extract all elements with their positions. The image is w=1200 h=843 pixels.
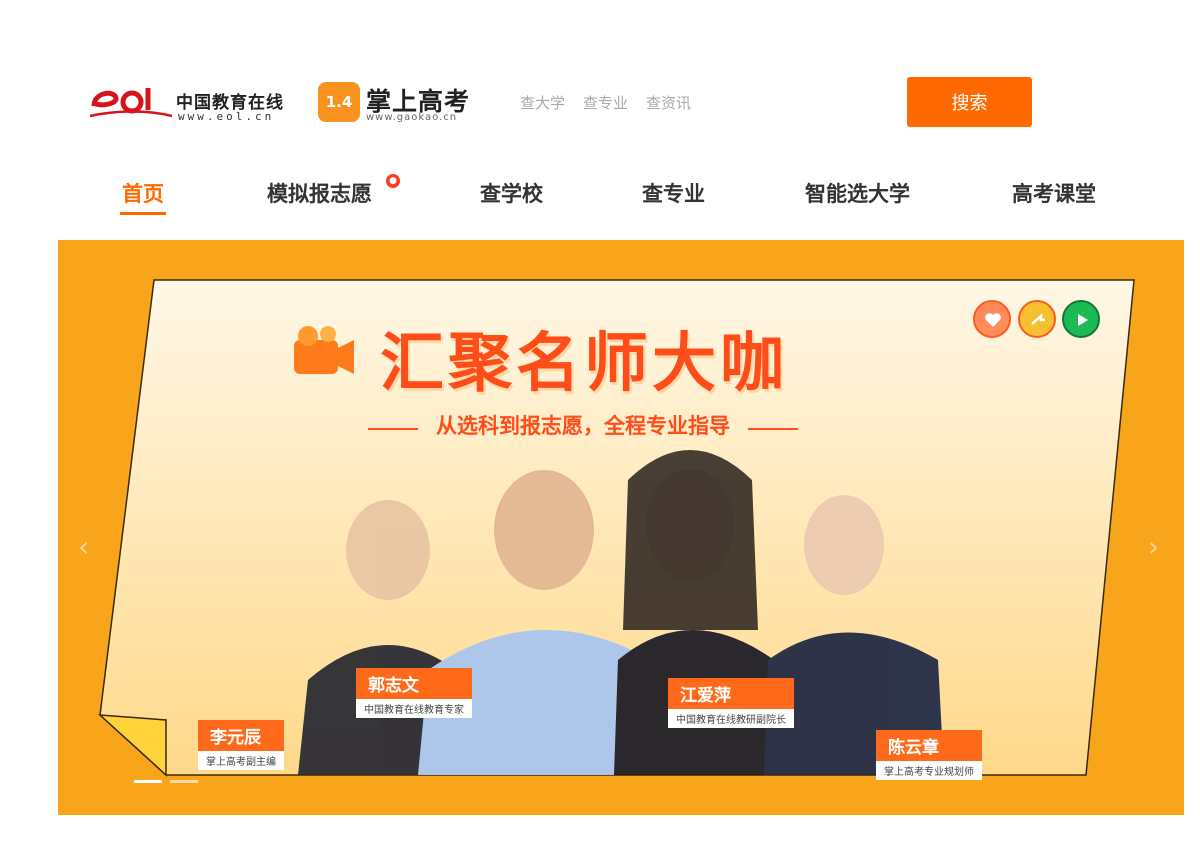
like-button[interactable] [973, 300, 1011, 338]
presenter-role: 中国教育在线教研副院长 [668, 709, 794, 728]
presenter-label-3: 江爱萍 中国教育在线教研副院长 [668, 678, 794, 728]
share-icon [1031, 313, 1045, 325]
carousel-dot[interactable] [170, 780, 198, 783]
play-button[interactable] [1062, 300, 1100, 338]
heart-icon [985, 313, 1001, 327]
nav-item-schools[interactable]: 查学校 [480, 178, 543, 208]
fire-icon: ● [386, 174, 400, 188]
gaokao-url: www.gaokao.cn [366, 112, 458, 123]
gaokao-badge-icon: 1.4 [318, 82, 360, 122]
presenter-name: 李元辰 [198, 720, 284, 751]
search-categories: 查大学 查专业 查资讯 [520, 92, 691, 113]
eol-logo[interactable]: 中国教育在线 www.eol.cn [88, 82, 288, 126]
nav-item-classroom[interactable]: 高考课堂 [1012, 178, 1096, 208]
nav-item-mock-application[interactable]: 模拟报志愿 [267, 178, 372, 208]
gaokao-logo[interactable]: 1.4 掌上高考 www.gaokao.cn [318, 82, 478, 126]
presenter-label-4: 陈云章 掌上高考专业规划师 [876, 730, 982, 780]
nav-item-home[interactable]: 首页 [122, 178, 164, 208]
banner-heading: 汇聚名师大咖 [290, 308, 910, 401]
presenter-role: 中国教育在线教育专家 [356, 699, 472, 718]
presenter-name: 陈云章 [876, 730, 982, 761]
eol-url: www.eol.cn [178, 110, 275, 123]
nav-item-smart-select[interactable]: 智能选大学 [805, 178, 910, 208]
carousel-dot[interactable] [134, 780, 162, 783]
banner-subtitle: 从选科到报志愿，全程专业指导 [436, 414, 730, 438]
presenter-name: 江爱萍 [668, 678, 794, 709]
search-link-university[interactable]: 查大学 [520, 92, 565, 113]
play-icon [1078, 314, 1088, 326]
main-nav: 首页 模拟报志愿 ● 查学校 查专业 智能选大学 高考课堂 [0, 170, 1200, 220]
banner-title: 汇聚名师大咖 [380, 327, 788, 401]
carousel-indicators [134, 780, 198, 783]
video-camera-icon [294, 326, 354, 374]
presenter-label-2: 郭志文 中国教育在线教育专家 [356, 668, 472, 718]
prev-slide-arrow-icon[interactable]: ‹ [78, 530, 89, 563]
presenter-label-1: 李元辰 掌上高考副主编 [198, 720, 284, 770]
next-slide-arrow-icon[interactable]: › [1148, 530, 1159, 563]
search-link-major[interactable]: 查专业 [583, 92, 628, 113]
search-box[interactable]: 查大学 查专业 查资讯 [508, 78, 908, 126]
hero-banner[interactable]: 汇聚名师大咖 从选科到报志愿，全程专业指导 ‹ › 李元辰 掌上高考副主编 郭志… [58, 240, 1184, 815]
eol-logo-mark-icon [89, 88, 172, 118]
search-button[interactable]: 搜索 [907, 77, 1032, 127]
share-button[interactable] [1018, 300, 1056, 338]
presenter-role: 掌上高考专业规划师 [876, 761, 982, 780]
presenter-role: 掌上高考副主编 [198, 751, 284, 770]
subtitle-line-right [748, 428, 798, 430]
presenter-name: 郭志文 [356, 668, 472, 699]
nav-active-indicator [120, 212, 166, 215]
search-link-news[interactable]: 查资讯 [646, 92, 691, 113]
nav-item-majors[interactable]: 查专业 [642, 178, 705, 208]
